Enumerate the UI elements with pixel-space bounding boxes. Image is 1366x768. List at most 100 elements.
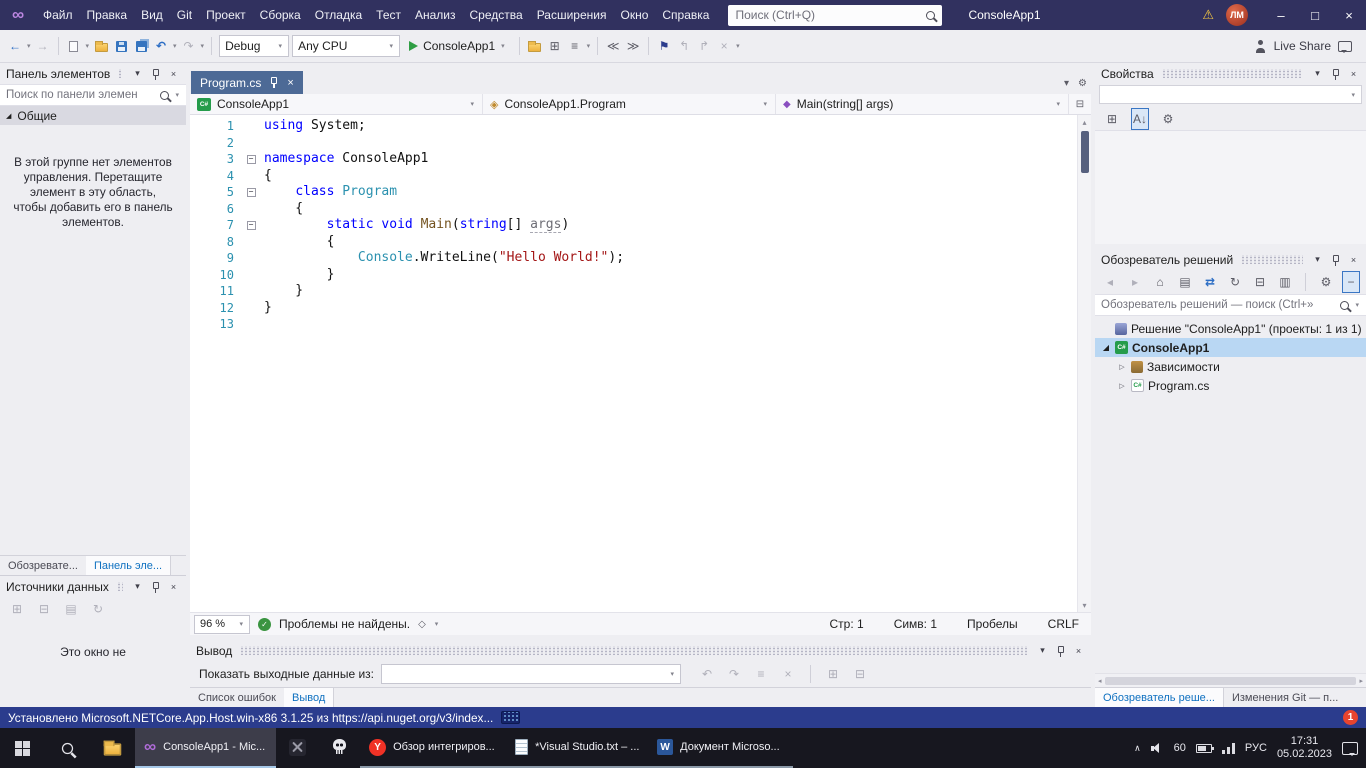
health-indicator-icon[interactable]: ✓ <box>258 618 271 631</box>
project-breadcrumb-dropdown[interactable]: C# ConsoleApp1 ▾ <box>190 94 483 114</box>
scroll-right-icon[interactable]: ▸ <box>1359 677 1363 685</box>
code-line[interactable]: 6 { <box>190 201 1077 218</box>
output-tab[interactable]: Вывод <box>284 688 334 707</box>
line-ending-indicator[interactable]: CRLF <box>1048 617 1079 631</box>
toggle-output-icon[interactable]: ⊞ <box>824 663 842 685</box>
taskbar-app[interactable]: WДокумент Microso... <box>648 728 793 768</box>
file-explorer-button[interactable] <box>90 728 135 768</box>
output-header[interactable]: Вывод ▾ × <box>190 640 1091 661</box>
pin-icon[interactable] <box>269 76 279 90</box>
feedback-icon[interactable] <box>1338 41 1352 52</box>
line-indicator[interactable]: Стр: 1 <box>830 617 864 631</box>
properties-icon[interactable]: ⚙ <box>1317 271 1335 293</box>
window-position-chevron-icon[interactable]: ▾ <box>1311 67 1324 81</box>
pin-icon[interactable] <box>1329 67 1342 81</box>
toolbox-section-general[interactable]: ◢ Общие <box>0 106 186 125</box>
switch-views-icon[interactable]: ▤ <box>1176 271 1194 293</box>
toolbox-tab[interactable]: Обозревате... <box>0 556 86 575</box>
menu-item[interactable]: Отладка <box>308 0 369 30</box>
pin-icon[interactable] <box>1329 253 1342 267</box>
tree-item[interactable]: ▷C#Program.cs <box>1095 376 1366 395</box>
window-position-chevron-icon[interactable]: ▾ <box>1036 644 1049 658</box>
solution-search-box[interactable]: ▾ <box>1095 294 1366 316</box>
split-editor-button[interactable]: ⊟ <box>1069 94 1091 114</box>
fold-toggle-icon[interactable]: − <box>247 155 256 164</box>
expander-icon[interactable]: ▷ <box>1117 382 1127 390</box>
keyboard-icon[interactable] <box>501 711 520 724</box>
clock[interactable]: 17:31 05.02.2023 <box>1277 735 1332 761</box>
column-indicator[interactable]: Симв: 1 <box>894 617 937 631</box>
menu-item[interactable]: Тест <box>369 0 408 30</box>
solution-tab[interactable]: Изменения Git — п... <box>1224 688 1346 707</box>
horizontal-scrollbar[interactable]: ◂ ▸ <box>1095 673 1366 687</box>
menu-item[interactable]: Сборка <box>253 0 308 30</box>
taskbar-app[interactable]: YОбзор интегриров... <box>360 728 506 768</box>
scroll-up-icon[interactable]: ▴ <box>1082 115 1086 129</box>
menu-item[interactable]: Правка <box>80 0 135 30</box>
drag-grip[interactable] <box>118 69 123 78</box>
bookmark-icon[interactable]: ⚑ <box>655 35 673 57</box>
warning-icon[interactable]: ⚠ <box>1202 7 1214 23</box>
drag-grip[interactable] <box>117 582 123 591</box>
forward-icon[interactable]: ▸ <box>1126 271 1144 293</box>
pin-icon[interactable] <box>149 67 162 81</box>
chevron-down-icon[interactable]: ▾ <box>434 620 440 628</box>
drag-grip[interactable] <box>1162 69 1303 78</box>
live-share-label[interactable]: Live Share <box>1274 39 1331 53</box>
close-icon[interactable]: × <box>287 77 293 89</box>
properties-header[interactable]: Свойства ▾ × <box>1095 63 1366 84</box>
chevron-down-icon[interactable]: ▾ <box>172 42 178 50</box>
code-line[interactable]: 10 } <box>190 267 1077 284</box>
close-icon[interactable]: × <box>167 580 180 594</box>
code-line[interactable]: 2 <box>190 135 1077 152</box>
show-hidden-icons-chevron[interactable]: ∧ <box>1134 743 1141 754</box>
start-debugging-button[interactable]: ConsoleApp1 ▾ <box>403 34 512 58</box>
scrollbar-thumb[interactable] <box>1081 131 1089 173</box>
pin-icon[interactable] <box>1054 644 1067 658</box>
taskbar-app[interactable]: ∞ConsoleApp1 - Mic... <box>135 728 276 768</box>
close-button[interactable]: × <box>1332 0 1366 30</box>
refresh-icon[interactable]: ↻ <box>1226 271 1244 293</box>
menu-item[interactable]: Git <box>170 0 199 30</box>
maximize-button[interactable]: □ <box>1298 0 1332 30</box>
undo-icon[interactable]: ↶ <box>152 35 170 57</box>
data-sources-header[interactable]: Источники данных ▾ × <box>0 576 186 597</box>
navigate-forward-icon[interactable]: → <box>34 35 52 57</box>
clear-output-icon[interactable]: × <box>779 663 797 685</box>
minimize-button[interactable]: – <box>1264 0 1298 30</box>
vertical-scrollbar[interactable]: ▴ ▾ <box>1077 115 1091 612</box>
home-icon[interactable]: ⌂ <box>1151 271 1169 293</box>
solution-search-input[interactable] <box>1101 299 1335 311</box>
taskbar-search-button[interactable] <box>45 728 90 768</box>
fold-toggle-icon[interactable]: − <box>247 188 256 197</box>
toolbox-tab[interactable]: Панель эле... <box>86 556 171 575</box>
window-position-chevron-icon[interactable]: ▾ <box>131 580 144 594</box>
fold-toggle-icon[interactable]: − <box>247 221 256 230</box>
close-icon[interactable]: × <box>1072 644 1085 658</box>
previous-bookmark-icon[interactable]: ↰ <box>675 35 693 57</box>
tree-item[interactable]: ▷Зависимости <box>1095 357 1366 376</box>
categorized-icon[interactable]: ⊞ <box>1103 108 1121 130</box>
document-tab-program-cs[interactable]: Program.cs × <box>191 71 303 94</box>
account-avatar[interactable]: ЛМ <box>1226 4 1248 26</box>
configure-icon[interactable]: ▤ <box>62 598 80 620</box>
tree-item[interactable]: ◢C#ConsoleApp1 <box>1095 338 1366 357</box>
close-icon[interactable]: × <box>1347 253 1360 267</box>
menu-item[interactable]: Расширения <box>530 0 614 30</box>
scroll-left-icon[interactable]: ◂ <box>1098 677 1102 685</box>
chevron-down-icon[interactable]: ▾ <box>735 42 741 50</box>
navigate-backward-icon[interactable]: ← <box>6 35 24 57</box>
chevron-down-icon[interactable]: ▾ <box>85 42 91 50</box>
chevron-down-icon[interactable]: ▾ <box>586 42 592 50</box>
whitespace-indicator[interactable]: Пробелы <box>967 617 1018 631</box>
code-line[interactable]: 3−namespace ConsoleApp1 <box>190 151 1077 168</box>
toolbox-search-input[interactable] <box>6 89 155 101</box>
menu-item[interactable]: Вид <box>134 0 170 30</box>
solution-tab[interactable]: Обозреватель реше... <box>1095 688 1224 707</box>
menu-item[interactable]: Анализ <box>408 0 463 30</box>
chevron-down-icon[interactable]: ▾ <box>1354 301 1360 309</box>
window-layout-icon[interactable]: ⊞ <box>546 35 564 57</box>
solution-explorer-header[interactable]: Обозреватель решений ▾ × <box>1095 249 1366 270</box>
next-bookmark-icon[interactable]: ↱ <box>695 35 713 57</box>
notification-badge[interactable]: 1 <box>1343 710 1358 725</box>
